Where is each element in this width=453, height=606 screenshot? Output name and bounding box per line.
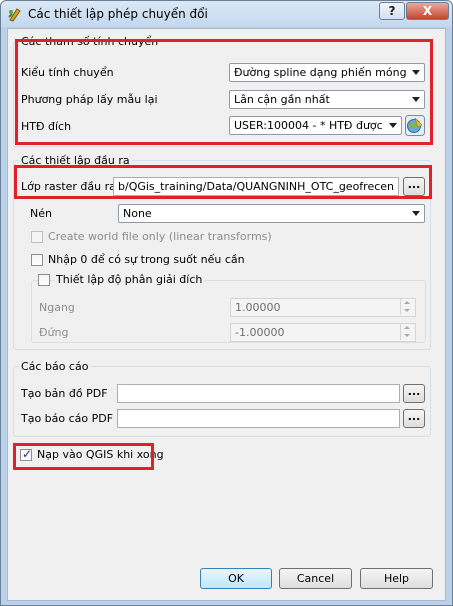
cancel-button[interactable]: Cancel xyxy=(279,568,352,589)
vertical-label: Đứng xyxy=(39,326,69,339)
title-close-button[interactable]: X xyxy=(406,2,449,20)
pdf-report-browse-button[interactable]: ... xyxy=(403,409,425,428)
spin-up-icon[interactable] xyxy=(400,324,414,332)
highlight-transform-params xyxy=(15,39,433,145)
pdf-map-label: Tạo bản đồ PDF xyxy=(21,387,108,400)
pdf-report-label: Tạo báo cáo PDF xyxy=(21,412,114,425)
title-help-button[interactable]: ? xyxy=(379,2,405,20)
spin-down-icon[interactable] xyxy=(400,307,414,315)
help-button[interactable]: Help xyxy=(360,568,433,589)
nodata-checkbox[interactable] xyxy=(31,254,43,266)
vertical-resolution-spinbox[interactable]: -1.00000 xyxy=(230,323,416,342)
dialog-body: Các tham số tính chuyển Kiểu tính chuyển… xyxy=(7,28,446,601)
world-file-label: Create world file only (linear transform… xyxy=(48,230,272,243)
highlight-output-raster xyxy=(14,165,432,199)
chevron-down-icon xyxy=(412,211,420,216)
nodata-label: Nhập 0 để có sự trong suốt nếu cần xyxy=(48,253,245,266)
highlight-load-in-qgis xyxy=(13,443,154,470)
vertical-resolution-value: -1.00000 xyxy=(235,326,285,339)
compression-label: Nén xyxy=(30,207,52,220)
horizontal-label: Ngang xyxy=(39,301,75,314)
resolution-label: Thiết lập độ phân giải đích xyxy=(54,273,205,286)
pdf-map-browse-button[interactable]: ... xyxy=(403,384,425,403)
reports-title: Các báo cáo xyxy=(19,360,91,373)
compression-value: None xyxy=(123,207,152,220)
horizontal-resolution-value: 1.00000 xyxy=(235,301,281,314)
resolution-checkbox[interactable] xyxy=(38,274,50,286)
qgis-georeferencer-icon xyxy=(7,6,23,22)
window-title: Các thiết lập phép chuyển đổi xyxy=(28,7,208,21)
compression-select[interactable]: None xyxy=(118,204,425,223)
dialog-window: Các thiết lập phép chuyển đổi ? X Các th… xyxy=(0,0,453,606)
world-file-checkbox[interactable] xyxy=(31,231,43,243)
pdf-map-field[interactable] xyxy=(117,384,400,403)
spin-up-icon[interactable] xyxy=(400,299,414,307)
spin-down-icon[interactable] xyxy=(400,332,414,340)
pdf-report-field[interactable] xyxy=(117,409,400,428)
ok-button[interactable]: OK xyxy=(200,568,272,589)
horizontal-resolution-spinbox[interactable]: 1.00000 xyxy=(230,298,416,317)
title-bar[interactable]: Các thiết lập phép chuyển đổi ? X xyxy=(1,1,452,27)
